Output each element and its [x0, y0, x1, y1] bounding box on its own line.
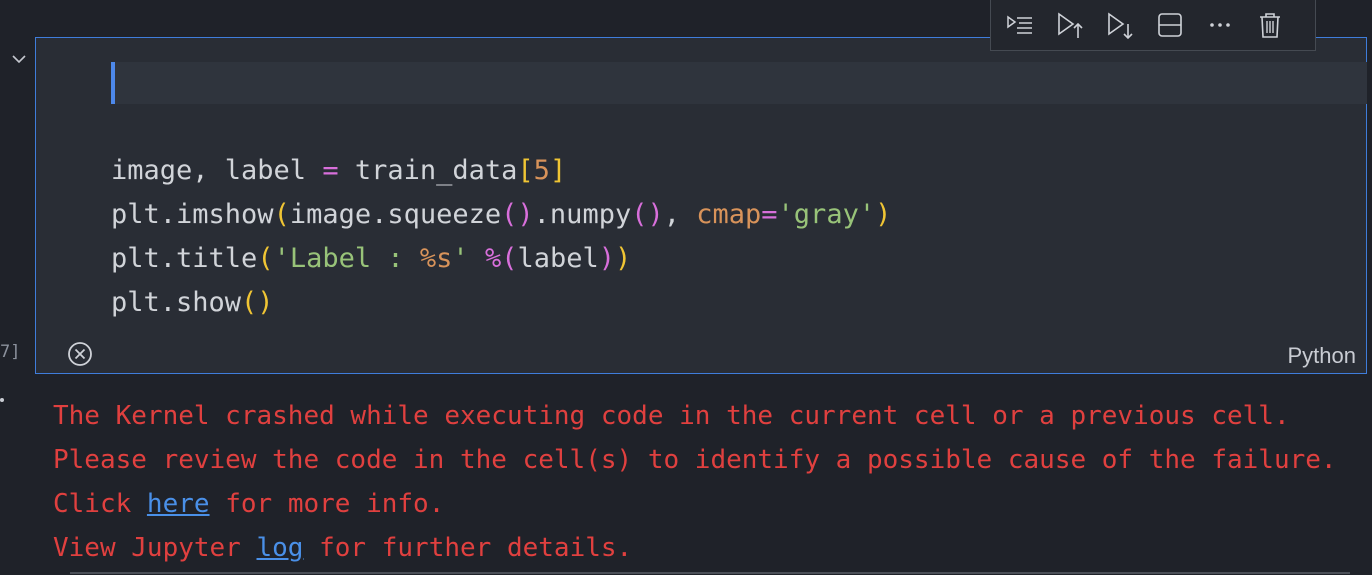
delete-cell-icon[interactable]	[1251, 6, 1289, 44]
split-cell-icon[interactable]	[1151, 6, 1189, 44]
output-line: View Jupyter log for further details.	[53, 533, 633, 563]
divider	[70, 572, 1350, 574]
more-info-link[interactable]: here	[147, 489, 210, 519]
cell-toolbar	[990, 0, 1316, 51]
run-above-icon[interactable]	[1051, 6, 1089, 44]
output-line: Click here for more info.	[53, 489, 445, 519]
more-actions-icon[interactable]	[1201, 6, 1239, 44]
output-indicator	[0, 398, 4, 402]
code-editor[interactable]: image, label = train_data[5] plt.imshow(i…	[111, 149, 891, 325]
execution-count: 7]	[0, 342, 21, 362]
code-line[interactable]: plt.show()	[111, 281, 891, 325]
execution-failed-icon	[66, 340, 94, 368]
text-cursor	[111, 62, 115, 104]
collapse-cell-chevron-icon[interactable]	[8, 50, 30, 68]
cell-language-label[interactable]: Python	[1288, 343, 1357, 369]
code-line[interactable]: plt.imshow(image.squeeze().numpy(), cmap…	[111, 193, 891, 237]
output-line: Please review the code in the cell(s) to…	[53, 445, 1337, 475]
code-cell[interactable]: image, label = train_data[5] plt.imshow(i…	[35, 37, 1367, 374]
jupyter-log-link[interactable]: log	[257, 533, 304, 563]
output-line: The Kernel crashed while executing code …	[53, 401, 1290, 431]
run-by-line-icon[interactable]	[1001, 6, 1039, 44]
cell-output-error: The Kernel crashed while executing code …	[53, 394, 1337, 570]
code-line[interactable]: image, label = train_data[5]	[111, 149, 891, 193]
code-line[interactable]: plt.title('Label : %s' %(label))	[111, 237, 891, 281]
current-line-highlight	[111, 62, 1367, 104]
run-below-icon[interactable]	[1101, 6, 1139, 44]
